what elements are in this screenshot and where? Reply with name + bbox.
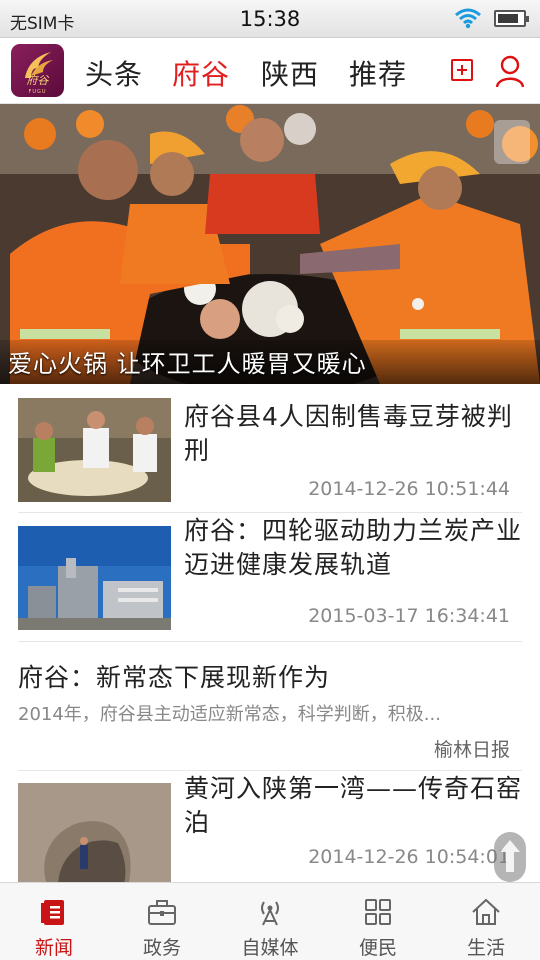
bottom-nav-government[interactable]: 政务 bbox=[108, 883, 216, 960]
arrow-up-icon bbox=[500, 840, 520, 872]
news-time: 2015-03-17 16:34:41 bbox=[308, 605, 510, 627]
bottom-nav-label: 自媒体 bbox=[241, 937, 299, 959]
home-icon bbox=[472, 898, 500, 925]
bottom-nav-news[interactable]: 新闻 bbox=[0, 883, 108, 960]
photo-factory-icon bbox=[18, 526, 171, 630]
tab-shaanxi[interactable]: 陕西 bbox=[261, 53, 319, 93]
battery-level bbox=[498, 14, 518, 23]
user-icon[interactable] bbox=[495, 54, 525, 88]
news-icon bbox=[41, 900, 64, 925]
news-item[interactable]: 府谷：新常态下展现新作为 2014年，府谷县主动适应新常态，科学判断，积极...… bbox=[0, 642, 540, 770]
top-nav: 府谷 FUGU 头条 府谷 陕西 推荐 bbox=[0, 38, 540, 104]
news-list[interactable]: 府谷县4人因制售毒豆芽被判刑 2014-12-26 10:51:44 府谷：四轮… bbox=[0, 384, 540, 882]
bottom-nav-media[interactable]: 自媒体 bbox=[216, 883, 324, 960]
news-item[interactable]: 府谷：四轮驱动助力兰炭产业迈进健康发展轨道 2015-03-17 16:34:4… bbox=[0, 513, 540, 641]
news-time: 2014-12-26 10:51:44 bbox=[308, 478, 510, 500]
bottom-nav: 新闻 政务 自媒体 便民 生活 bbox=[0, 882, 540, 960]
tab-fugu[interactable]: 府谷 bbox=[172, 53, 230, 93]
news-item[interactable]: 黄河入陕第一湾——传奇石窑泊 2014-12-26 10:54:01 bbox=[0, 771, 540, 882]
battery-icon bbox=[494, 10, 529, 27]
app-logo[interactable]: 府谷 FUGU bbox=[11, 44, 64, 97]
briefcase-icon bbox=[148, 900, 176, 925]
photo-workers-sprouts-icon bbox=[18, 398, 171, 502]
news-title: 府谷：四轮驱动助力兰炭产业迈进健康发展轨道 bbox=[184, 516, 523, 579]
news-title: 府谷县4人因制售毒豆芽被判刑 bbox=[184, 402, 513, 465]
tab-headlines[interactable]: 头条 bbox=[85, 53, 143, 93]
wifi-icon bbox=[455, 8, 481, 29]
hero-pager-icon[interactable] bbox=[494, 120, 530, 164]
tab-recommend[interactable]: 推荐 bbox=[349, 53, 407, 93]
news-source: 榆林日报 bbox=[433, 739, 510, 761]
bottom-nav-label: 新闻 bbox=[34, 937, 73, 959]
news-thumbnail bbox=[18, 526, 171, 630]
bottom-nav-label: 便民 bbox=[358, 937, 397, 959]
grid-icon bbox=[365, 899, 391, 925]
bottom-nav-label: 政务 bbox=[142, 937, 181, 959]
bottom-nav-services[interactable]: 便民 bbox=[324, 883, 432, 960]
bottom-nav-label: 生活 bbox=[466, 937, 505, 959]
antenna-icon bbox=[261, 901, 279, 926]
news-title: 府谷：新常态下展现新作为 bbox=[18, 663, 331, 692]
news-thumbnail bbox=[18, 783, 171, 882]
logo-text: 府谷 bbox=[26, 74, 49, 87]
news-title: 黄河入陕第一湾——传奇石窑泊 bbox=[184, 774, 523, 837]
news-time: 2014-12-26 10:54:01 bbox=[308, 846, 510, 868]
hero-banner[interactable]: 爱心火锅 让环卫工人暖胃又暖心 bbox=[0, 104, 540, 384]
bottom-nav-life[interactable]: 生活 bbox=[432, 883, 540, 960]
news-thumbnail bbox=[18, 398, 171, 502]
logo-subtext: FUGU bbox=[28, 89, 47, 95]
news-summary: 2014年，府谷县主动适应新常态，科学判断，积极... bbox=[18, 704, 441, 725]
add-channel-icon[interactable] bbox=[451, 59, 473, 81]
status-bar: 无SIM卡 15:38 bbox=[0, 0, 540, 38]
scroll-to-top-button[interactable] bbox=[494, 832, 526, 882]
photo-cave-icon bbox=[18, 783, 171, 882]
news-item[interactable]: 府谷县4人因制售毒豆芽被判刑 2014-12-26 10:51:44 bbox=[0, 384, 540, 512]
hero-caption: 爱心火锅 让环卫工人暖胃又暖心 bbox=[8, 350, 367, 378]
